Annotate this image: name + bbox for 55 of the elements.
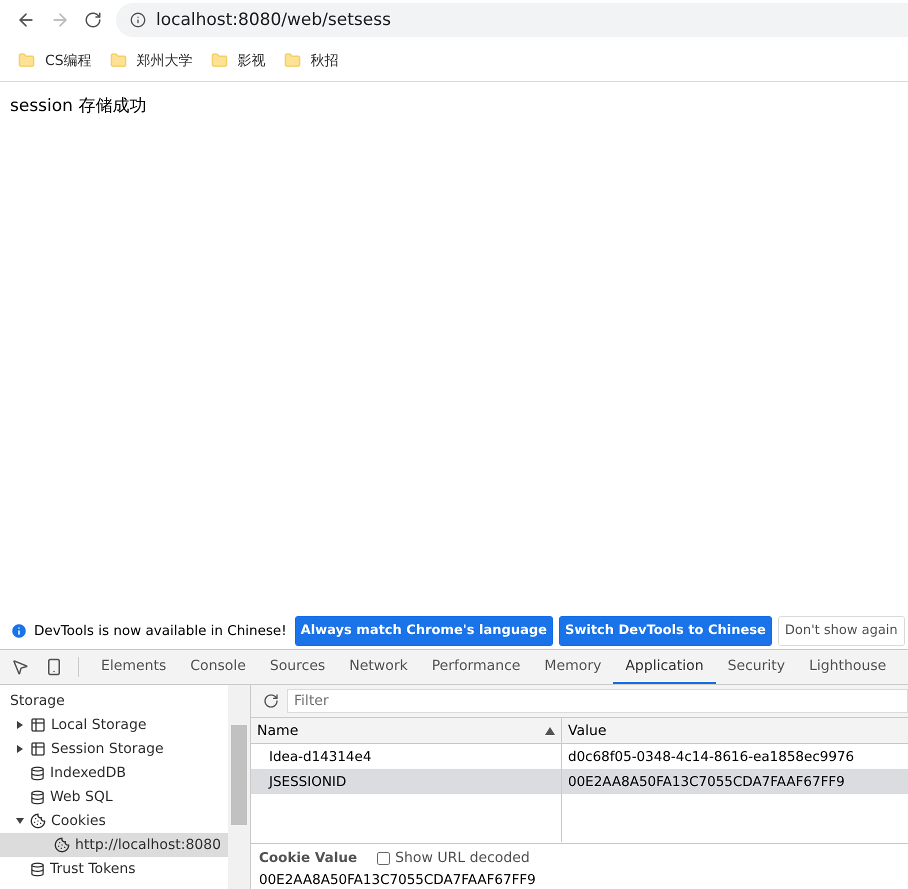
devtools-tab[interactable]: Elements xyxy=(89,650,178,684)
devtools-tab[interactable]: Memory xyxy=(532,650,614,684)
tree-item[interactable]: Local Storage xyxy=(0,713,228,737)
column-header[interactable]: Value xyxy=(561,718,908,744)
devtools-tab[interactable]: Performance xyxy=(420,650,532,684)
table-cell[interactable]: 00E2AA8A50FA13C7055CDA7FAAF67FF9 xyxy=(561,769,908,794)
bookmark[interactable]: 郑州大学 xyxy=(110,52,193,70)
database-icon xyxy=(30,790,45,804)
cookie-value-title: Cookie Value xyxy=(259,850,358,866)
filter-field[interactable]: Filter xyxy=(287,689,908,713)
tree-item[interactable]: Session Storage xyxy=(0,737,228,761)
checkbox[interactable] xyxy=(377,852,390,864)
tree-item[interactable]: Web SQL xyxy=(0,785,228,809)
database-icon xyxy=(30,862,45,876)
cookie-icon xyxy=(54,837,70,853)
refresh-icon[interactable] xyxy=(263,693,279,709)
tree-item[interactable]: http://localhost:8080 xyxy=(0,833,228,857)
collapsed-triangle-icon[interactable] xyxy=(16,745,24,753)
bookmark[interactable]: 秋招 xyxy=(284,52,339,70)
bookmark[interactable]: CS编程 xyxy=(18,52,92,70)
infobar-button[interactable]: Switch DevTools to Chinese xyxy=(558,616,772,646)
address-bar[interactable]: localhost:8080/web/setsess xyxy=(116,3,908,37)
devtools-tab[interactable]: Lighthouse xyxy=(797,650,898,684)
devtools-tab[interactable]: Security xyxy=(716,650,798,684)
reload-icon[interactable] xyxy=(84,11,102,29)
sidebar-heading: Storage xyxy=(9,693,66,711)
table-cell[interactable]: JSESSIONID xyxy=(251,769,561,794)
devtools-tab[interactable]: Network xyxy=(337,650,420,684)
cookie-icon xyxy=(30,813,46,829)
page-message: session 存储成功 xyxy=(10,96,146,116)
tree-item[interactable]: IndexedDB xyxy=(0,761,228,785)
bookmark[interactable]: 影视 xyxy=(210,52,266,70)
grid-icon xyxy=(30,741,46,757)
column-header[interactable]: Name xyxy=(251,718,561,744)
devtools-tab[interactable]: Console xyxy=(178,650,258,684)
expanded-triangle-icon[interactable] xyxy=(16,817,24,825)
devtools-tab[interactable]: Sources xyxy=(258,650,338,684)
info-icon xyxy=(10,622,28,640)
tree-item[interactable]: Trust Tokens xyxy=(0,857,228,881)
infobar-text: DevTools is now available in Chinese! xyxy=(34,622,287,638)
folder-icon xyxy=(284,52,301,69)
database-icon xyxy=(30,766,45,780)
tree-item[interactable]: Cookies xyxy=(0,809,228,833)
info-icon[interactable] xyxy=(130,12,146,28)
infobar-button[interactable]: Don't show again xyxy=(778,616,905,646)
grid-icon xyxy=(30,717,46,733)
cookie-value-text: 00E2AA8A50FA13C7055CDA7FAAF67FF9 xyxy=(258,872,537,888)
checkbox-label: Show URL decoded xyxy=(395,850,530,866)
folder-icon xyxy=(210,52,228,69)
folder-icon xyxy=(18,52,35,69)
infobar-button[interactable]: Always match Chrome's language xyxy=(294,616,553,646)
folder-icon xyxy=(110,52,127,69)
sort-up-icon xyxy=(545,726,555,734)
scrollbar-thumb[interactable] xyxy=(231,725,247,825)
collapsed-triangle-icon[interactable] xyxy=(16,721,24,729)
